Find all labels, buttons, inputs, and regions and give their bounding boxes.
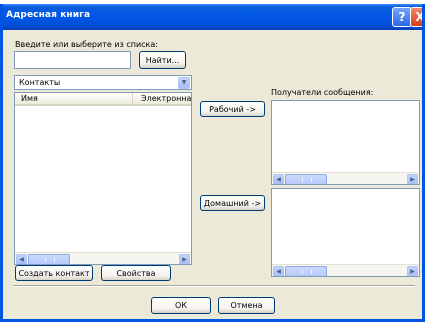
window-title: Адресная книга bbox=[6, 10, 91, 20]
close-button[interactable]: X bbox=[410, 7, 425, 27]
title-bar: Адресная книга ? X bbox=[3, 4, 425, 30]
thumb-grip-icon bbox=[302, 270, 312, 274]
page: Адресная книга ? X Введите или выберите … bbox=[0, 0, 425, 322]
scroll-thumb[interactable] bbox=[285, 174, 327, 184]
thumb-grip-icon bbox=[302, 178, 312, 182]
find-button[interactable]: Найти... bbox=[139, 51, 186, 69]
bottom-separator bbox=[13, 285, 415, 287]
search-input[interactable] bbox=[14, 51, 131, 69]
contacts-list-header: Имя Электронная bbox=[15, 93, 191, 106]
arrow-right-icon[interactable]: ▶ bbox=[179, 254, 190, 264]
scroll-thumb[interactable] bbox=[285, 266, 327, 276]
close-icon: X bbox=[415, 10, 425, 24]
arrow-left-icon[interactable]: ◀ bbox=[273, 174, 284, 184]
search-label: Введите или выберите из списка: bbox=[15, 40, 158, 49]
cc-horizontal-scrollbar[interactable]: ◀ ▶ bbox=[272, 264, 419, 276]
recipients-label: Получатели сообщения: bbox=[271, 88, 374, 97]
cc-button[interactable]: Домашний -> bbox=[200, 195, 265, 211]
address-book-window: Адресная книга ? X Введите или выберите … bbox=[0, 4, 425, 322]
arrow-left-icon[interactable]: ◀ bbox=[273, 266, 284, 276]
to-recipients-list[interactable]: ◀ ▶ bbox=[271, 100, 420, 185]
to-horizontal-scrollbar[interactable]: ◀ ▶ bbox=[272, 172, 419, 184]
contacts-horizontal-scrollbar[interactable]: ◀ ▶ bbox=[15, 252, 191, 264]
column-email-header[interactable]: Электронная bbox=[133, 93, 191, 104]
cancel-button[interactable]: Отмена bbox=[218, 297, 275, 314]
help-button[interactable]: ? bbox=[392, 7, 412, 27]
thumb-grip-icon bbox=[45, 258, 55, 262]
contacts-select-value: Контакты bbox=[19, 78, 61, 87]
column-name-header[interactable]: Имя bbox=[15, 93, 133, 104]
chevron-down-icon[interactable]: ▼ bbox=[178, 77, 190, 89]
arrow-right-icon[interactable]: ▶ bbox=[407, 174, 418, 184]
help-icon: ? bbox=[398, 10, 406, 24]
to-button[interactable]: Рабочий -> bbox=[200, 101, 265, 117]
cc-recipients-list[interactable]: ◀ ▶ bbox=[271, 188, 420, 277]
arrow-left-icon[interactable]: ◀ bbox=[16, 254, 27, 264]
new-contact-button[interactable]: Создать контакт bbox=[15, 265, 93, 281]
contacts-list[interactable]: Имя Электронная ◀ ▶ bbox=[14, 92, 192, 265]
ok-button[interactable]: ОК bbox=[151, 297, 211, 314]
scroll-thumb[interactable] bbox=[28, 254, 70, 264]
properties-button[interactable]: Свойства bbox=[101, 265, 171, 281]
arrow-right-icon[interactable]: ▶ bbox=[407, 266, 418, 276]
contacts-select[interactable]: Контакты ▼ bbox=[14, 75, 192, 90]
